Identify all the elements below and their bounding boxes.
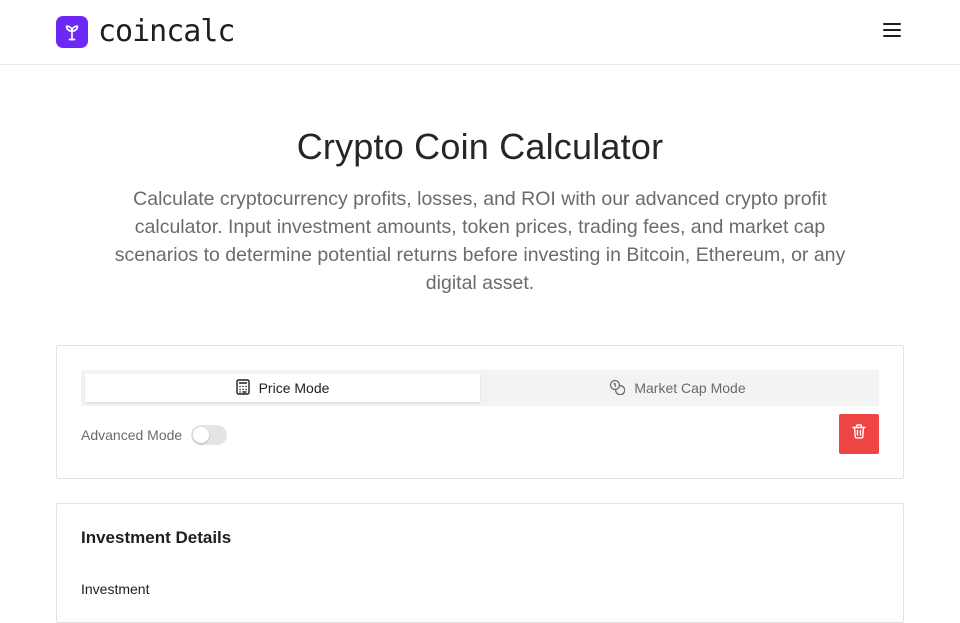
logo-text: coincalc: [98, 14, 235, 49]
delete-button[interactable]: [839, 414, 879, 454]
tab-market-cap-mode[interactable]: Market Cap Mode: [480, 374, 875, 402]
tab-market-cap-mode-label: Market Cap Mode: [634, 380, 746, 396]
sprout-icon: [56, 16, 88, 48]
advanced-mode-toggle[interactable]: [191, 425, 228, 445]
logo-link[interactable]: coincalc: [56, 16, 235, 48]
investment-field-label: Investment: [81, 581, 150, 597]
investment-details-title: Investment Details: [81, 528, 232, 547]
site-header: coincalc: [0, 0, 960, 65]
calculator-icon: [235, 378, 250, 398]
investment-details-card: Investment Details Investment: [56, 503, 904, 623]
menu-button[interactable]: [876, 18, 908, 46]
hamburger-menu-icon: [882, 22, 902, 43]
mode-card: Price Mode Market Cap Mode Advanced Mode: [56, 345, 904, 479]
mode-tabs: Price Mode Market Cap Mode: [81, 370, 879, 406]
tab-price-mode[interactable]: Price Mode: [85, 374, 480, 402]
trash-icon: [852, 424, 866, 444]
page-title: Crypto Coin Calculator: [296, 126, 664, 167]
coins-icon: [609, 379, 626, 398]
advanced-mode-row: Advanced Mode: [81, 424, 228, 446]
page-description: Calculate cryptocurrency profits, losses…: [114, 188, 846, 294]
advanced-mode-label: Advanced Mode: [81, 427, 183, 443]
toggle-knob: [193, 427, 210, 443]
tab-price-mode-label: Price Mode: [258, 380, 330, 396]
